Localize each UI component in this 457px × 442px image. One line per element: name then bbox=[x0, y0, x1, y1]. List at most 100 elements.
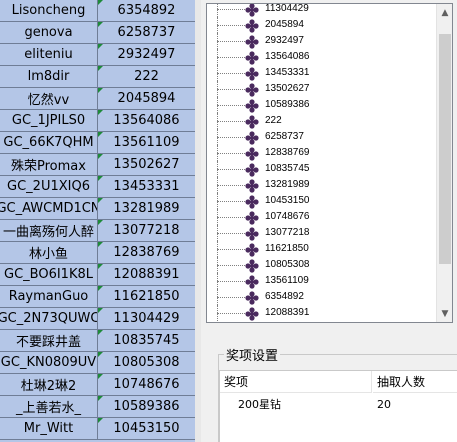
name-cell[interactable]: GC_1JPILS0 bbox=[0, 110, 98, 131]
name-cell[interactable]: GC_2N73QUWC bbox=[0, 308, 98, 329]
list-item[interactable]: 13281989 bbox=[207, 177, 437, 193]
sheet-row[interactable]: 林小鱼 12838769 bbox=[0, 242, 195, 264]
tree-branch bbox=[217, 249, 247, 250]
id-value: 10589386 bbox=[113, 399, 180, 414]
id-cell[interactable]: 10805308 bbox=[98, 352, 195, 373]
name-cell[interactable]: 林小鱼 bbox=[0, 242, 98, 263]
user-node-icon bbox=[245, 146, 259, 161]
id-cell[interactable]: 11621850 bbox=[98, 286, 195, 307]
list-item[interactable]: 2932497 bbox=[207, 33, 437, 49]
list-item[interactable]: 10835745 bbox=[207, 161, 437, 177]
cell-indicator-icon bbox=[98, 286, 103, 291]
name-cell[interactable]: _上善若水_ bbox=[0, 396, 98, 417]
name-cell[interactable]: GC_66K7QHM bbox=[0, 132, 98, 153]
sheet-row[interactable]: eliteniu 2932497 bbox=[0, 44, 195, 66]
sheet-row[interactable]: GC_BO6I1K8L 12088391 bbox=[0, 264, 195, 286]
list-item[interactable]: 13077218 bbox=[207, 225, 437, 241]
name-cell[interactable]: lm8dir bbox=[0, 66, 98, 87]
sheet-row[interactable]: 杜琳2琳2 10748676 bbox=[0, 374, 195, 396]
name-cell[interactable]: GC_2U1XIQ6 bbox=[0, 176, 98, 197]
sheet-row[interactable]: Mr_Witt 10453150 bbox=[0, 418, 195, 440]
list-item[interactable]: 10589386 bbox=[207, 97, 437, 113]
id-cell[interactable]: 10453150 bbox=[98, 418, 195, 439]
name-cell[interactable]: Lisoncheng bbox=[0, 0, 98, 21]
id-cell[interactable]: 2932497 bbox=[98, 44, 195, 65]
sheet-row[interactable]: GC_66K7QHM 13561109 bbox=[0, 132, 195, 154]
id-cell[interactable]: 12838769 bbox=[98, 242, 195, 263]
sheet-row[interactable]: GC_2U1XIQ6 13453331 bbox=[0, 176, 195, 198]
sheet-row[interactable]: GC_KN0809UV 10805308 bbox=[0, 352, 195, 374]
list-item-label: 10805308 bbox=[265, 259, 310, 270]
id-cell[interactable]: 222 bbox=[98, 66, 195, 87]
name-cell[interactable]: genova bbox=[0, 22, 98, 43]
count-column-header[interactable]: 抽取人数 bbox=[373, 371, 457, 393]
tree-branch bbox=[217, 57, 247, 58]
id-cell[interactable]: 10748676 bbox=[98, 374, 195, 395]
sheet-row[interactable]: 忆然vv 2045894 bbox=[0, 88, 195, 110]
id-cell[interactable]: 13502627 bbox=[98, 154, 195, 175]
scroll-down-icon[interactable]: ▼ bbox=[437, 305, 453, 322]
name-cell[interactable]: RaymanGuo bbox=[0, 286, 98, 307]
list-item[interactable]: 13564086 bbox=[207, 49, 437, 65]
list-item[interactable]: 13502627 bbox=[207, 81, 437, 97]
list-item[interactable]: 2045894 bbox=[207, 17, 437, 33]
list-item[interactable]: 10748676 bbox=[207, 209, 437, 225]
name-cell[interactable]: Mr_Witt bbox=[0, 418, 98, 439]
sheet-row[interactable]: Lisoncheng 6354892 bbox=[0, 0, 195, 22]
name-cell[interactable]: GC_BO6I1K8L bbox=[0, 264, 98, 285]
id-cell[interactable]: 12088391 bbox=[98, 264, 195, 285]
id-cell[interactable]: 10589386 bbox=[98, 396, 195, 417]
name-cell[interactable]: GC_KN0809UV bbox=[0, 352, 98, 373]
id-cell[interactable]: 13077218 bbox=[98, 220, 195, 241]
name-cell[interactable]: eliteniu bbox=[0, 44, 98, 65]
scrollbar-thumb[interactable] bbox=[439, 34, 451, 264]
id-cell[interactable]: 13281989 bbox=[98, 198, 195, 219]
scroll-up-icon[interactable]: ▲ bbox=[437, 4, 453, 21]
name-cell[interactable]: 杜琳2琳2 bbox=[0, 374, 98, 395]
list-item[interactable]: 11304429 bbox=[207, 4, 437, 17]
list-item[interactable]: 12088391 bbox=[207, 305, 437, 321]
name-cell[interactable]: 忆然vv bbox=[0, 88, 98, 109]
id-cell[interactable]: 6354892 bbox=[98, 0, 195, 21]
id-cell[interactable]: 6258737 bbox=[98, 22, 195, 43]
count-cell[interactable]: 20 bbox=[377, 395, 391, 413]
sheet-row[interactable]: GC_2N73QUWC 11304429 bbox=[0, 308, 195, 330]
sheet-row[interactable]: GC_AWCMD1CN 13281989 bbox=[0, 198, 195, 220]
name-cell[interactable]: 一曲离殇何人醉 bbox=[0, 220, 98, 241]
id-cell[interactable]: 13561109 bbox=[98, 132, 195, 153]
sheet-row[interactable]: _上善若水_ 10589386 bbox=[0, 396, 195, 418]
prize-table[interactable]: 奖项 抽取人数 200星钻 20 bbox=[219, 370, 457, 442]
participant-listbox[interactable]: 11304429 2045894 2932497 13564086 13453331 13… bbox=[206, 3, 453, 323]
id-cell[interactable]: 2045894 bbox=[98, 88, 195, 109]
list-item[interactable]: 10453150 bbox=[207, 193, 437, 209]
name-cell[interactable]: 殊荣Promax bbox=[0, 154, 98, 175]
list-item[interactable]: 12838769 bbox=[207, 145, 437, 161]
id-cell[interactable]: 13453331 bbox=[98, 176, 195, 197]
id-cell[interactable]: 13564086 bbox=[98, 110, 195, 131]
sheet-row[interactable]: lm8dir 222 bbox=[0, 66, 195, 88]
list-item[interactable]: 222 bbox=[207, 113, 437, 129]
id-cell[interactable]: 11304429 bbox=[98, 308, 195, 329]
tree-branch bbox=[217, 265, 247, 266]
list-item[interactable]: 6354892 bbox=[207, 289, 437, 305]
list-item[interactable]: 13453331 bbox=[207, 65, 437, 81]
sheet-row[interactable]: 不要踩井盖 10835745 bbox=[0, 330, 195, 352]
list-item[interactable]: 10805308 bbox=[207, 257, 437, 273]
sheet-row[interactable]: 殊荣Promax 13502627 bbox=[0, 154, 195, 176]
cell-indicator-icon bbox=[98, 132, 103, 137]
sheet-row[interactable]: GC_1JPILS0 13564086 bbox=[0, 110, 195, 132]
sheet-row[interactable]: RaymanGuo 11621850 bbox=[0, 286, 195, 308]
prize-column-header[interactable]: 奖项 bbox=[220, 371, 372, 393]
listbox-scrollbar[interactable]: ▲ ▼ bbox=[436, 4, 452, 322]
list-item[interactable]: 13561109 bbox=[207, 273, 437, 289]
tree-branch bbox=[217, 201, 247, 202]
name-cell[interactable]: GC_AWCMD1CN bbox=[0, 198, 98, 219]
sheet-row[interactable]: 一曲离殇何人醉 13077218 bbox=[0, 220, 195, 242]
list-item[interactable]: 11621850 bbox=[207, 241, 437, 257]
list-item[interactable]: 6258737 bbox=[207, 129, 437, 145]
name-cell[interactable]: 不要踩井盖 bbox=[0, 330, 98, 351]
sheet-row[interactable]: genova 6258737 bbox=[0, 22, 195, 44]
prize-cell[interactable]: 200星钻 bbox=[238, 395, 281, 413]
tree-branch bbox=[217, 313, 247, 314]
id-cell[interactable]: 10835745 bbox=[98, 330, 195, 351]
